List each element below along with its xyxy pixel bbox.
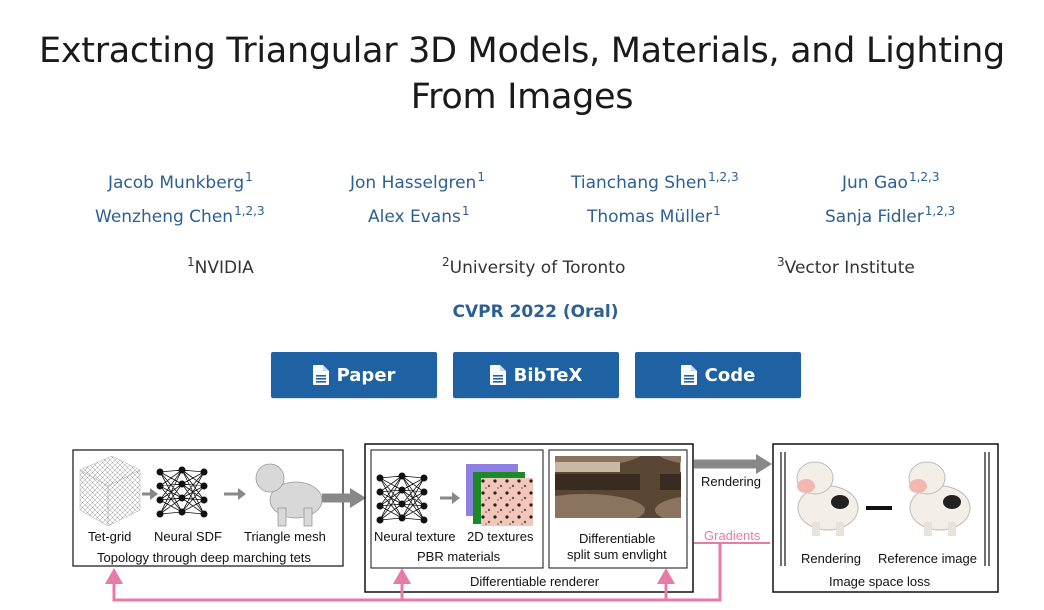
tetgrid-caption: Tet-grid bbox=[88, 529, 131, 544]
author-link[interactable]: Tianchang Shen1,2,3 bbox=[571, 170, 739, 193]
textures-2d-image bbox=[466, 464, 533, 526]
envmap-image bbox=[555, 456, 681, 518]
pipeline-figure: Tet-grid Neural SDF Triangle mesh Topolo… bbox=[72, 443, 999, 602]
diff-line1-caption: Differentiable bbox=[579, 531, 655, 546]
affiliation: 2University of Toronto bbox=[442, 255, 626, 278]
file-icon bbox=[312, 365, 329, 385]
bibtex-button[interactable]: BibTeX bbox=[453, 352, 619, 398]
code-button-label: Code bbox=[704, 364, 756, 386]
diff-line2-caption: split sum envlight bbox=[567, 547, 667, 562]
title-line-1: Extracting Triangular 3D Models, Materia… bbox=[39, 31, 1005, 71]
minus-sign bbox=[866, 506, 892, 510]
title-line-2: From Images bbox=[410, 77, 634, 117]
file-icon bbox=[680, 365, 697, 385]
paper-button-label: Paper bbox=[336, 364, 396, 386]
textures-2d-caption: 2D textures bbox=[467, 529, 534, 544]
venue-label: CVPR 2022 (Oral) bbox=[452, 302, 619, 322]
diff-renderer-caption: Differentiable renderer bbox=[470, 574, 600, 589]
affiliation: 1NVIDIA bbox=[187, 255, 254, 278]
author-link[interactable]: Thomas Müller1 bbox=[587, 204, 721, 227]
author-link[interactable]: Alex Evans1 bbox=[368, 204, 469, 227]
code-button[interactable]: Code bbox=[635, 352, 801, 398]
reference-caption: Reference image bbox=[878, 551, 977, 566]
neural-texture-caption: Neural texture bbox=[374, 529, 456, 544]
rendering-arrow-label: Rendering bbox=[701, 474, 761, 489]
affiliation: 3Vector Institute bbox=[777, 255, 915, 278]
pbr-caption: PBR materials bbox=[417, 549, 501, 564]
topology-caption: Topology through deep marching tets bbox=[97, 550, 311, 565]
triangle-mesh-caption: Triangle mesh bbox=[244, 529, 326, 544]
rendering-caption: Rendering bbox=[801, 551, 861, 566]
author-link[interactable]: Jon Hasselgren1 bbox=[350, 170, 485, 193]
loss-caption: Image space loss bbox=[829, 574, 931, 589]
bibtex-button-label: BibTeX bbox=[513, 364, 583, 386]
author-link[interactable]: Jacob Munkberg1 bbox=[108, 170, 253, 193]
author-link[interactable]: Wenzheng Chen1,2,3 bbox=[95, 204, 265, 227]
gradients-label: Gradients bbox=[704, 528, 761, 543]
paper-title: Extracting Triangular 3D Models, Materia… bbox=[0, 28, 1044, 120]
author-link[interactable]: Jun Gao1,2,3 bbox=[842, 170, 940, 193]
paper-button[interactable]: Paper bbox=[271, 352, 437, 398]
author-link[interactable]: Sanja Fidler1,2,3 bbox=[825, 204, 955, 227]
neural-sdf-caption: Neural SDF bbox=[154, 529, 222, 544]
file-icon bbox=[489, 365, 506, 385]
